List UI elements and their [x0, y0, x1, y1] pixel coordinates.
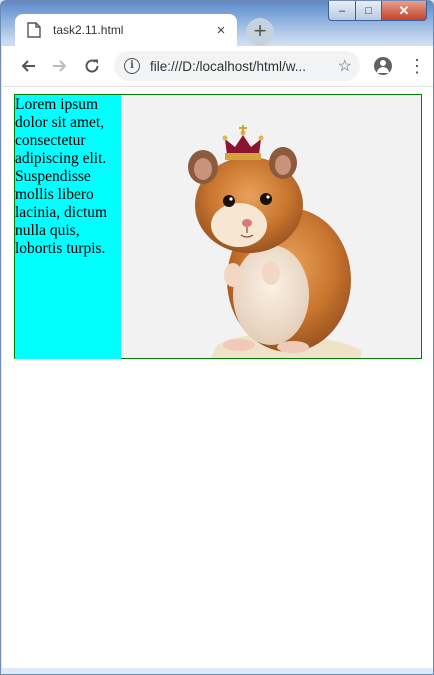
new-tab-button[interactable]: + — [246, 18, 274, 46]
reload-icon — [85, 59, 99, 73]
tab-title: task2.11.html — [53, 23, 124, 37]
hamster-image — [121, 95, 421, 358]
star-icon[interactable]: ☆ — [338, 56, 352, 76]
lorem-paragraph: Lorem ipsum dolor sit amet, consectetur … — [15, 95, 121, 359]
address-bar[interactable]: i file:///D:/localhost/html/w... ☆ — [114, 51, 360, 81]
crown-icon — [222, 125, 264, 160]
account-icon[interactable] — [374, 57, 392, 75]
forward-button[interactable] — [44, 50, 76, 82]
minimize-button[interactable]: – — [328, 1, 356, 21]
url-text[interactable]: file:///D:/localhost/html/w... — [150, 59, 338, 74]
browser-window: – □ ✕ task2.11.html × + i file:///D:/loc… — [0, 0, 434, 675]
page-viewport: Lorem ipsum dolor sit amet, consectetur … — [2, 86, 433, 670]
title-bar: – □ ✕ task2.11.html × + — [1, 1, 433, 46]
back-arrow-icon — [21, 60, 35, 72]
maximize-button[interactable]: □ — [356, 1, 382, 21]
window-bottom-border — [2, 668, 433, 674]
menu-dots-icon[interactable]: ⋮ — [408, 57, 426, 75]
page-icon — [27, 22, 41, 38]
forward-arrow-icon — [53, 60, 67, 72]
browser-toolbar: i file:///D:/localhost/html/w... ☆ ⋮ — [2, 46, 433, 86]
hamster-illustration — [188, 125, 361, 358]
reload-button[interactable] — [76, 50, 108, 82]
browser-tab[interactable]: task2.11.html × — [15, 14, 237, 46]
back-button[interactable] — [12, 50, 44, 82]
window-controls: – □ ✕ — [328, 1, 427, 21]
content-container: Lorem ipsum dolor sit amet, consectetur … — [14, 94, 422, 359]
close-tab-icon[interactable]: × — [213, 22, 229, 39]
info-icon[interactable]: i — [124, 58, 140, 74]
close-window-button[interactable]: ✕ — [382, 1, 427, 21]
